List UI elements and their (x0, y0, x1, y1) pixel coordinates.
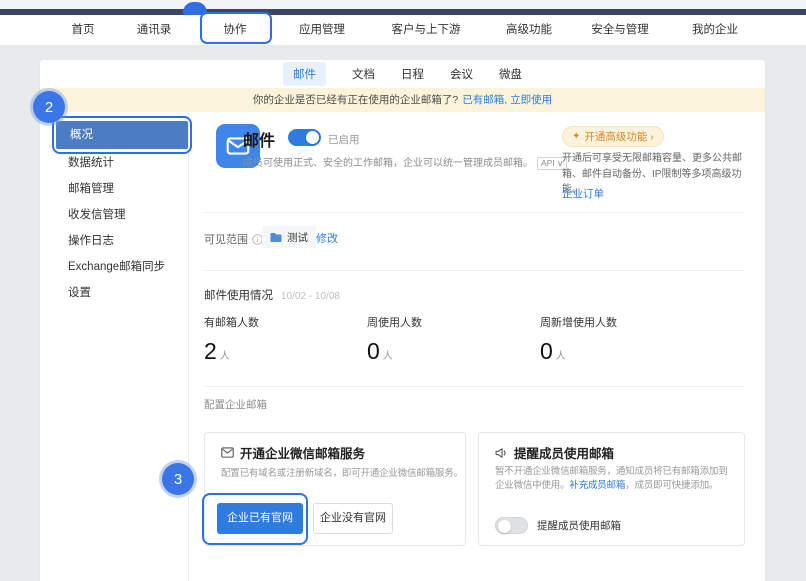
divider (204, 212, 745, 213)
mailbox-card-title: 开通企业微信邮箱服务 (221, 443, 365, 462)
tab-mail[interactable]: 邮件 (283, 62, 326, 86)
mail-enabled-status: 已启用 (328, 132, 360, 147)
metric-weekly-new-users: 周新增使用人数 0人 (540, 314, 617, 365)
nav-item-apps[interactable]: 应用管理 (299, 15, 345, 46)
banner-use-now-link[interactable]: 已有邮箱, 立即使用 (462, 94, 552, 106)
nav-item-customers[interactable]: 客户与上下游 (392, 15, 461, 46)
metric-mailbox-users: 有邮箱人数 2人 (204, 314, 259, 365)
metric-label: 周使用人数 (367, 314, 422, 330)
tab-drive[interactable]: 微盘 (499, 66, 522, 82)
nav-item-collaboration[interactable]: 协作 (224, 15, 247, 46)
mail-enabled-toggle[interactable] (288, 129, 321, 146)
tab-meeting[interactable]: 会议 (450, 66, 473, 82)
nav-item-advanced[interactable]: 高级功能 (506, 15, 552, 46)
divider (204, 270, 745, 271)
nav-item-my-company[interactable]: 我的企业 (692, 15, 738, 46)
sidebar-item-exchange-sync[interactable]: Exchange邮箱同步 (68, 258, 165, 274)
upgrade-premium-label: 开通高级功能 › (584, 129, 653, 144)
metric-value: 0 (540, 338, 553, 365)
sidebar-item-settings[interactable]: 设置 (68, 284, 91, 300)
divider (204, 386, 745, 387)
mail-description-text: 成员可使用正式、安全的工作邮箱，企业可以统一管理成员邮箱。 (243, 158, 533, 169)
folder-icon (270, 232, 282, 243)
remind-card-description: 暂不开通企业微信邮箱服务，通知成员将已有邮箱添加到企业微信中使用。补充成员邮箱，… (495, 465, 733, 494)
admin-console-screen: 首页 通讯录 协作 应用管理 客户与上下游 高级功能 安全与管理 我的企业 邮件… (0, 0, 806, 581)
add-member-email-link[interactable]: 补充成员邮箱 (569, 480, 625, 491)
top-navigation: 首页 通讯录 协作 应用管理 客户与上下游 高级功能 安全与管理 我的企业 (0, 15, 806, 46)
remind-desc-after: ，成员即可快捷添加。 (625, 480, 718, 491)
annotation-box-has-website-button (202, 493, 308, 545)
scope-edit-link[interactable]: 修改 (316, 230, 338, 246)
remind-members-toggle[interactable] (495, 517, 528, 534)
metric-label: 周新增使用人数 (540, 314, 617, 330)
remind-card-title-text: 提醒成员使用邮箱 (514, 443, 614, 462)
remind-toggle-label: 提醒成员使用邮箱 (537, 518, 621, 533)
usage-period: 10/02 - 10/08 (281, 291, 340, 302)
metric-unit: 人 (383, 347, 393, 362)
upgrade-premium-button[interactable]: ✦ 开通高级功能 › (562, 126, 664, 147)
visible-scope-label: 可见范围 (204, 231, 263, 247)
nav-item-contacts[interactable]: 通讯录 (137, 15, 172, 46)
toggle-knob (306, 131, 319, 144)
remind-card-title: 提醒成员使用邮箱 (495, 443, 614, 462)
enterprise-order-link[interactable]: 企业订单 (562, 186, 604, 201)
browser-chrome-strip (0, 0, 806, 9)
visible-scope-label-text: 可见范围 (204, 231, 248, 247)
remind-members-card: 提醒成员使用邮箱 暂不开通企业微信邮箱服务，通知成员将已有邮箱添加到企业微信中使… (478, 432, 745, 546)
metric-unit: 人 (556, 347, 566, 362)
nav-item-security[interactable]: 安全与管理 (591, 15, 649, 46)
sidebar-item-send-receive[interactable]: 收发信管理 (68, 206, 126, 222)
spark-icon: ✦ (572, 131, 580, 142)
sidebar-item-mailbox-management[interactable]: 邮箱管理 (68, 180, 114, 196)
page-title-mail: 邮件 (243, 127, 275, 151)
toggle-knob (498, 520, 511, 533)
usage-title-text: 邮件使用情况 (204, 290, 273, 302)
existing-mailbox-banner: 你的企业是否已经有正在使用的企业邮箱了? 已有邮箱, 立即使用 (40, 88, 765, 112)
envelope-outline-icon (221, 447, 234, 458)
mailbox-card-description: 配置已有域名或注册新域名，即可开通企业微信邮箱服务。 (221, 465, 463, 479)
scope-department-name: 测试 (287, 230, 308, 245)
mail-description: 成员可使用正式、安全的工作邮箱，企业可以统一管理成员邮箱。API ∨ (243, 154, 567, 170)
scope-department-tag: 测试 (262, 226, 316, 248)
usage-section-title: 邮件使用情况 10/02 - 10/08 (204, 287, 340, 303)
setup-section-title: 配置企业邮箱 (204, 397, 267, 412)
nav-item-home[interactable]: 首页 (72, 15, 95, 46)
tab-docs[interactable]: 文档 (352, 66, 375, 82)
sidebar-item-statistics[interactable]: 数据统计 (68, 154, 114, 170)
mail-sub-navigation: 邮件 文档 日程 会议 微盘 (40, 60, 765, 88)
sidebar-item-operation-log[interactable]: 操作日志 (68, 232, 114, 248)
metric-label: 有邮箱人数 (204, 314, 259, 330)
metric-value: 0 (367, 338, 380, 365)
metric-value: 2 (204, 338, 217, 365)
step-badge-3: 3 (162, 463, 194, 495)
metric-unit: 人 (220, 347, 230, 362)
annotation-box-overview (52, 116, 192, 154)
mailbox-card-title-text: 开通企业微信邮箱服务 (240, 443, 365, 462)
metric-weekly-users: 周使用人数 0人 (367, 314, 422, 365)
tab-calendar[interactable]: 日程 (401, 66, 424, 82)
remind-toggle-row: 提醒成员使用邮箱 (495, 517, 621, 534)
banner-question: 你的企业是否已经有正在使用的企业邮箱了? (253, 94, 458, 106)
no-website-button[interactable]: 企业没有官网 (313, 503, 393, 534)
step-badge-2: 2 (33, 91, 65, 123)
announcement-icon (495, 447, 508, 459)
sidebar-divider (188, 112, 189, 581)
